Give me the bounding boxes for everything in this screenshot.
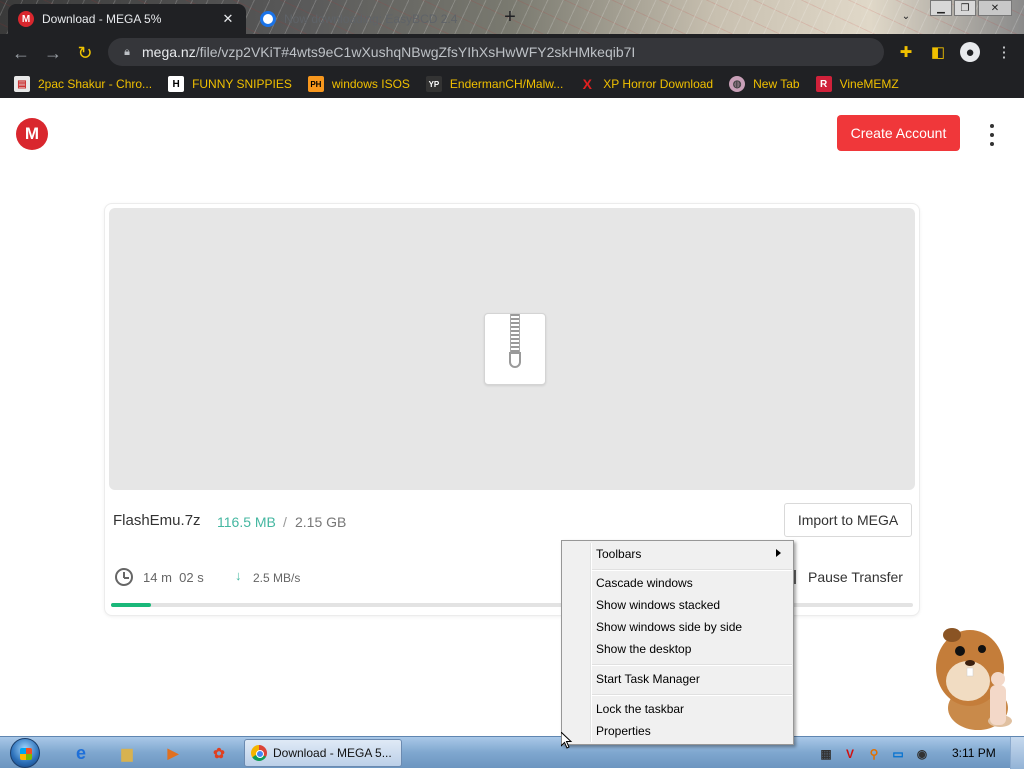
menu-item-start-task-manager[interactable]: Start Task Manager (564, 668, 791, 690)
tab-easybcd[interactable]: Now downloading: EasyBCD 2.4 (250, 4, 490, 34)
back-button[interactable]: ← (10, 42, 32, 64)
neosmart-icon (260, 11, 276, 27)
search-tray-icon[interactable]: ⚲ (866, 746, 882, 762)
windows-taskbar[interactable]: e ▆ ▶ ✿ Download - MEGA 5... ▦ V ⚲ ▭ ◉ 3… (0, 736, 1024, 769)
tab-strip: M Download - MEGA 5% ✕ Now downloading: … (0, 0, 1024, 34)
close-window-button[interactable]: ✕ (978, 0, 1012, 16)
tab-mega-download[interactable]: M Download - MEGA 5% ✕ (8, 4, 246, 34)
menu-separator (592, 569, 792, 571)
download-speed: 2.5 MB/s (253, 571, 301, 585)
internet-explorer-icon[interactable]: e (70, 742, 92, 764)
h-icon: H (168, 76, 185, 92)
r-icon: R (815, 76, 832, 92)
chrome-icon (251, 745, 267, 761)
mouse-cursor-icon (561, 732, 573, 749)
reload-button[interactable]: ↻ (74, 42, 96, 64)
menu-kebab-icon[interactable]: ⋮ (994, 42, 1014, 62)
address-bar[interactable]: 🔒︎ mega.nz/file/vzp2VKiT#4wts9eC1wXushqN… (108, 38, 884, 66)
import-to-mega-button[interactable]: Import to MEGA (784, 503, 912, 537)
tab-title: Now downloading: EasyBCD 2.4 (284, 12, 458, 26)
close-icon[interactable]: ✕ (220, 11, 236, 27)
menu-item-show-windows-stacked[interactable]: Show windows stacked (564, 594, 791, 616)
browser-toolbar: ← → ↻ 🔒︎ mega.nz/file/vzp2VKiT#4wts9eC1w… (0, 34, 1024, 91)
submenu-arrow-icon (776, 549, 781, 557)
new-tab-button[interactable]: + (500, 6, 520, 28)
forward-button[interactable]: → (42, 42, 64, 64)
menu-item-lock-the-taskbar[interactable]: Lock the taskbar (564, 698, 791, 720)
menu-item-show-the-desktop[interactable]: Show the desktop (564, 638, 791, 660)
chrome-store-icon: ▤ (14, 76, 30, 92)
ph-icon: PH (307, 76, 324, 92)
total-size: 2.15 GB (295, 514, 347, 530)
bookmark-item[interactable]: ▤ 2pac Shakur - Chro... (14, 76, 152, 92)
yp-icon: YP (425, 76, 442, 92)
taskbar-clock[interactable]: 3:11 PM (952, 746, 996, 760)
antivirus-tray-icon[interactable]: V (842, 746, 858, 762)
profile-avatar-icon[interactable]: ● (960, 42, 980, 62)
menu-item-toolbars[interactable]: Toolbars (564, 543, 791, 565)
taskbar-context-menu: Toolbars Cascade windows Show windows st… (561, 540, 794, 745)
bookmarks-bar: ▤ 2pac Shakur - Chro... H FUNNY SNIPPIES… (0, 70, 1024, 98)
archive-file-icon (484, 313, 546, 385)
bookmark-item[interactable]: ◍ New Tab (729, 76, 800, 92)
paint-icon[interactable]: ✿ (208, 742, 230, 764)
file-preview (109, 208, 915, 490)
bookmark-item[interactable]: H FUNNY SNIPPIES (168, 76, 292, 92)
file-explorer-icon[interactable]: ▆ (116, 742, 138, 764)
url-text: mega.nz/file/vzp2VKiT#4wts9eC1wXushqNBwg… (142, 44, 636, 60)
extensions-puzzle-icon[interactable]: ✚ (896, 42, 916, 62)
more-options-icon[interactable] (982, 122, 1002, 148)
minimize-button[interactable]: ▁ (930, 0, 952, 16)
x-icon: X (582, 76, 592, 92)
bookmark-item[interactable]: X XP Horror Download (579, 76, 714, 92)
network-tray-icon[interactable]: ▦ (818, 746, 834, 762)
menu-item-properties[interactable]: Properties (564, 720, 791, 742)
lock-icon[interactable]: 🔒︎ (120, 45, 134, 59)
media-player-icon[interactable]: ▶ (162, 742, 184, 764)
clock-icon (115, 568, 133, 586)
create-account-button[interactable]: Create Account (837, 115, 960, 151)
desktop-hamster-mascot (936, 628, 1012, 730)
start-button[interactable] (6, 737, 44, 769)
file-name: FlashEmu.7z (113, 512, 201, 529)
taskbar-chrome-window[interactable]: Download - MEGA 5... (244, 739, 402, 767)
download-arrow-icon: ↓ (235, 568, 242, 583)
mega-page: M Create Account FlashEmu.7z 116.5 MB / … (0, 98, 1024, 736)
menu-separator (592, 664, 792, 666)
progress-fill (111, 603, 152, 607)
download-card: FlashEmu.7z 116.5 MB / 2.15 GB Import to… (104, 203, 920, 616)
pause-transfer-button[interactable]: Pause Transfer (808, 569, 903, 585)
chevron-down-icon[interactable]: ⌄ (898, 8, 914, 24)
mega-logo[interactable]: M (16, 118, 48, 150)
menu-separator (592, 694, 792, 696)
bookmark-item[interactable]: PH windows ISOS (307, 76, 410, 92)
globe-icon: ◍ (729, 76, 746, 92)
volume-tray-icon[interactable]: ◉ (914, 746, 930, 762)
side-panel-icon[interactable]: ◧ (928, 42, 948, 62)
bookmark-item[interactable]: R VineMEMZ (815, 76, 899, 92)
display-tray-icon[interactable]: ▭ (890, 746, 906, 762)
downloaded-size: 116.5 MB (217, 514, 276, 530)
show-desktop-button[interactable] (1010, 737, 1024, 769)
time-remaining: 14 m 02 s (143, 570, 204, 585)
tab-title: Download - MEGA 5% (42, 12, 162, 26)
menu-item-cascade-windows[interactable]: Cascade windows (564, 572, 791, 594)
bookmark-item[interactable]: YP EndermanCH/Malw... (425, 76, 563, 92)
mega-icon: M (18, 11, 34, 27)
windows-logo-icon (10, 738, 40, 768)
size-separator: / (283, 514, 287, 530)
maximize-button[interactable]: ❐ (954, 0, 976, 16)
menu-item-show-windows-side-by-side[interactable]: Show windows side by side (564, 616, 791, 638)
